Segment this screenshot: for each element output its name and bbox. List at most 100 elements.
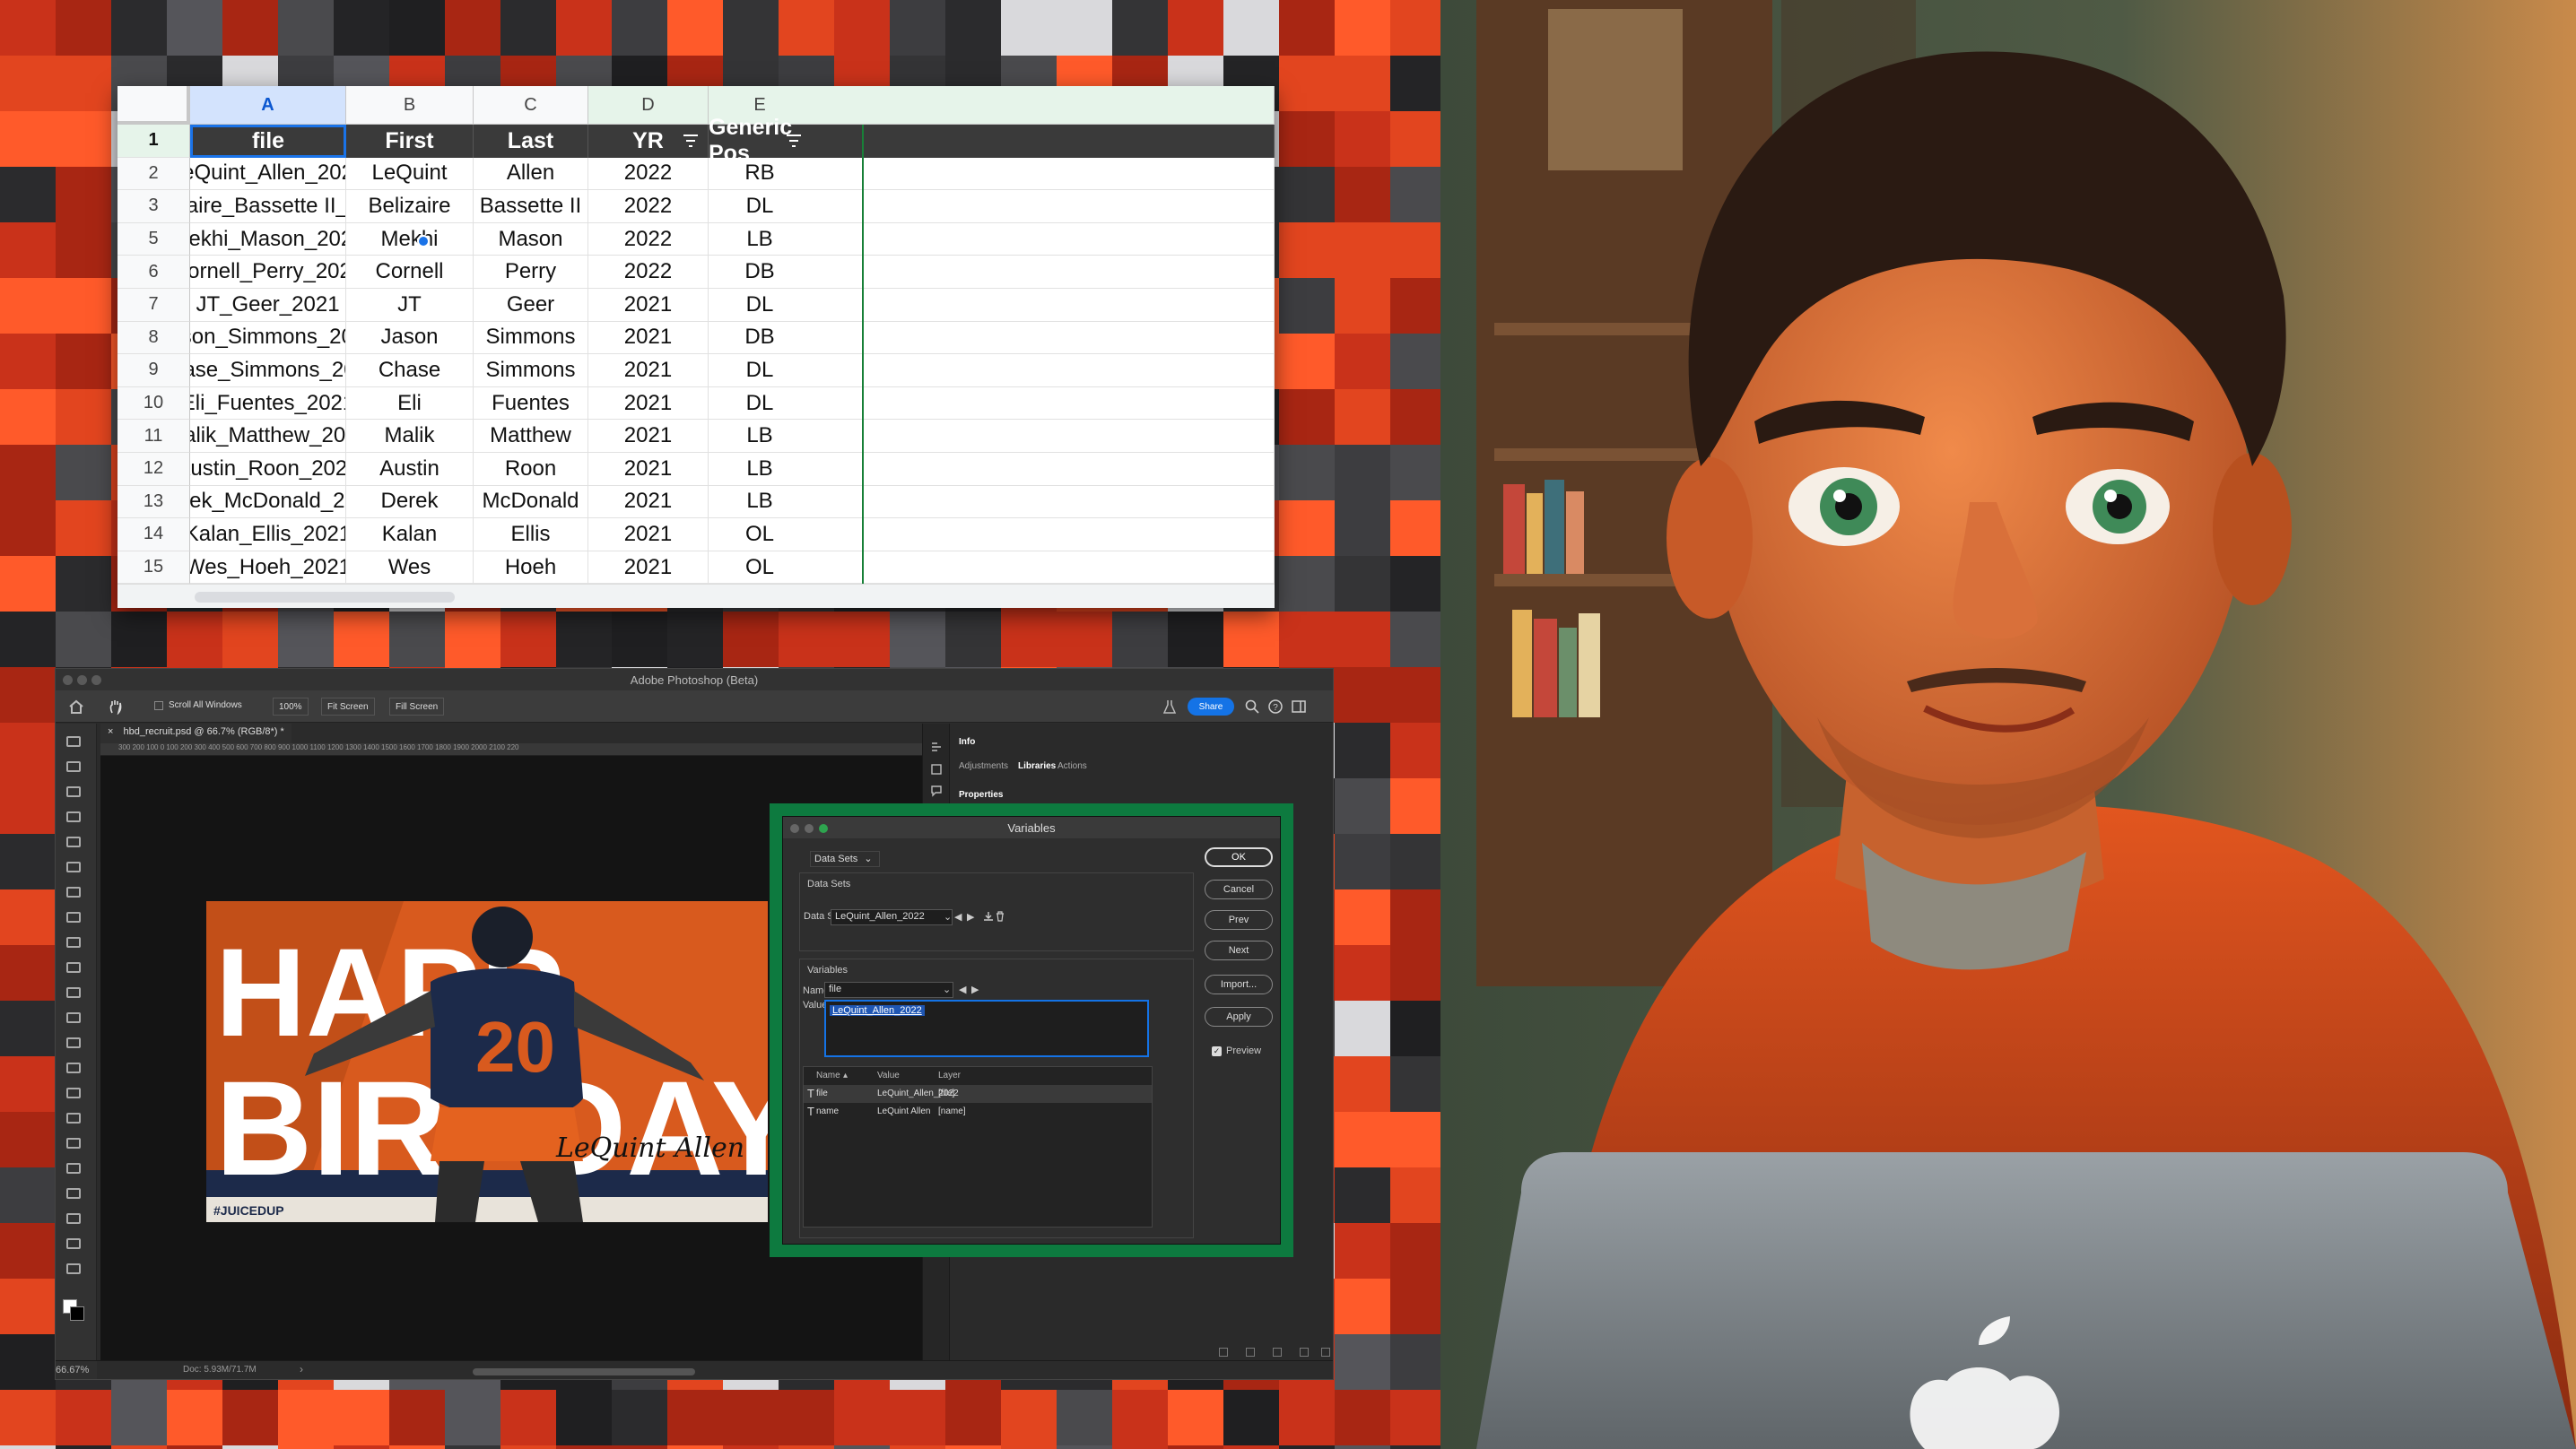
filter-icon[interactable] [683, 134, 699, 148]
cell-file[interactable]: Austin_Roon_2021 [190, 453, 346, 486]
cell-file[interactable]: Eli_Fuentes_2021 [190, 386, 346, 421]
value-textarea[interactable]: LeQuint_Allen_2022 [824, 1000, 1149, 1057]
save-dataset-icon[interactable] [983, 911, 994, 922]
zoom-level[interactable]: 66.67% [56, 1365, 89, 1375]
hand-tool-icon[interactable] [108, 698, 124, 715]
dataset-section-dropdown[interactable]: Data Sets ⌄ [810, 851, 880, 867]
blur-tool-icon[interactable] [66, 1063, 81, 1073]
row-header[interactable]: 13 [117, 485, 190, 519]
cell-yr[interactable]: 2021 [588, 321, 709, 355]
row-header[interactable]: 10 [117, 386, 190, 421]
frame-tool-icon[interactable] [66, 862, 81, 872]
crop-tool-icon[interactable] [66, 837, 81, 847]
zoom-tool-icon[interactable] [66, 1238, 81, 1249]
cell-first[interactable]: Belizaire [346, 190, 474, 223]
col-layer-header[interactable]: Layer [938, 1071, 961, 1080]
cell-first[interactable]: JT [346, 289, 474, 322]
selection-fill-handle[interactable] [417, 235, 430, 247]
chevron-right-icon[interactable]: › [300, 1363, 303, 1375]
tab-properties[interactable]: Properties [959, 790, 1003, 800]
col-name-header[interactable]: Name [816, 1071, 840, 1080]
next-variable-arrow-icon[interactable]: ▶ [971, 984, 979, 995]
close-doc-icon[interactable]: × [108, 726, 113, 737]
cell-file[interactable]: Belizaire_Bassette II_2022 [190, 190, 346, 223]
help-icon[interactable]: ? [1268, 699, 1283, 714]
zoom-window-button[interactable] [91, 675, 101, 685]
cell-last[interactable]: Bassette II [474, 190, 588, 223]
horizontal-scrollbar[interactable] [117, 584, 1275, 608]
minimize-window-button[interactable] [77, 675, 87, 685]
cell-last[interactable]: Matthew [474, 420, 588, 453]
cell-yr[interactable]: 2022 [588, 157, 709, 191]
tab-actions[interactable]: Actions [1057, 761, 1087, 771]
cell-file[interactable]: Derek_McDonald_2021 [190, 485, 346, 519]
row-header[interactable]: 9 [117, 354, 190, 387]
row-header[interactable]: 12 [117, 453, 190, 486]
add-mask-icon[interactable] [1246, 1348, 1255, 1357]
more-tools-icon[interactable] [66, 1263, 81, 1274]
cell-file[interactable]: JT_Geer_2021 [190, 289, 346, 322]
delete-dataset-icon[interactable] [996, 911, 1005, 922]
row-header[interactable]: 7 [117, 289, 190, 322]
cell-file[interactable]: Jason_Simmons_2021 [190, 321, 346, 355]
row-header-1[interactable]: 1 [117, 125, 190, 158]
cell-file[interactable]: LeQuint_Allen_2022 [190, 157, 346, 191]
row-header[interactable]: 6 [117, 256, 190, 289]
cell-generic-pos[interactable]: LB [709, 453, 1275, 486]
dialog-minimize-button[interactable] [805, 824, 814, 833]
cell-generic-pos[interactable]: LB [709, 222, 1275, 256]
preview-checkbox[interactable]: ✓ [1212, 1046, 1222, 1056]
row-header[interactable]: 14 [117, 518, 190, 551]
cell-generic-pos[interactable]: LB [709, 420, 1275, 453]
select-all-corner[interactable] [117, 86, 190, 125]
gradient-tool-icon[interactable] [66, 1037, 81, 1048]
cell-generic-pos[interactable]: OL [709, 551, 1275, 585]
scrollbar-thumb[interactable] [195, 592, 455, 603]
quick-select-tool-icon[interactable] [66, 811, 81, 822]
zoom-100-button[interactable]: 100% [273, 698, 309, 716]
header-cell-first[interactable]: First [346, 125, 474, 158]
table-row[interactable]: T name LeQuint Allen [name] [804, 1103, 1152, 1121]
chevron-down-icon[interactable]: ⌄ [944, 911, 952, 923]
cell-last[interactable]: Mason [474, 222, 588, 256]
cell-first[interactable]: Mekhi [346, 222, 474, 256]
close-window-button[interactable] [63, 675, 73, 685]
row-header[interactable]: 3 [117, 190, 190, 223]
cell-generic-pos[interactable]: OL [709, 518, 1275, 551]
row-header[interactable]: 2 [117, 157, 190, 191]
column-header-a[interactable]: A [190, 86, 346, 125]
cell-last[interactable]: Simmons [474, 321, 588, 355]
header-cell-last[interactable]: Last [474, 125, 588, 158]
cell-generic-pos[interactable]: DL [709, 354, 1275, 387]
scroll-all-windows-checkbox[interactable] [154, 701, 163, 710]
cell-generic-pos[interactable]: DB [709, 321, 1275, 355]
cell-first[interactable]: Malik [346, 420, 474, 453]
brush-tool-icon[interactable] [66, 937, 81, 948]
cell-last[interactable]: Simmons [474, 354, 588, 387]
cell-generic-pos[interactable]: DL [709, 386, 1275, 421]
pen-tool-icon[interactable] [66, 1113, 81, 1124]
cell-first[interactable]: Austin [346, 453, 474, 486]
cell-yr[interactable]: 2022 [588, 256, 709, 289]
cell-file[interactable]: Wes_Hoeh_2021 [190, 551, 346, 585]
stamp-tool-icon[interactable] [66, 962, 81, 973]
fill-screen-button[interactable]: Fill Screen [389, 698, 445, 716]
row-header[interactable]: 15 [117, 551, 190, 585]
cell-yr[interactable]: 2021 [588, 551, 709, 585]
row-header[interactable]: 5 [117, 222, 190, 256]
cell-yr[interactable]: 2022 [588, 222, 709, 256]
cell-first[interactable]: Chase [346, 354, 474, 387]
cell-first[interactable]: LeQuint [346, 157, 474, 191]
eraser-tool-icon[interactable] [66, 1012, 81, 1023]
comments-panel-icon[interactable] [930, 785, 943, 797]
cell-yr[interactable]: 2021 [588, 420, 709, 453]
lasso-tool-icon[interactable] [66, 786, 81, 797]
ok-button[interactable]: OK [1205, 847, 1273, 867]
background-color-swatch[interactable] [70, 1306, 84, 1321]
link-layers-icon[interactable] [1219, 1348, 1228, 1357]
cell-yr[interactable]: 2021 [588, 386, 709, 421]
col-value-header[interactable]: Value [877, 1071, 900, 1080]
document-tab[interactable]: × hbd_recruit.psd @ 66.7% (RGB/8*) * [100, 724, 292, 743]
path-select-tool-icon[interactable] [66, 1163, 81, 1174]
cell-generic-pos[interactable]: DL [709, 190, 1275, 223]
